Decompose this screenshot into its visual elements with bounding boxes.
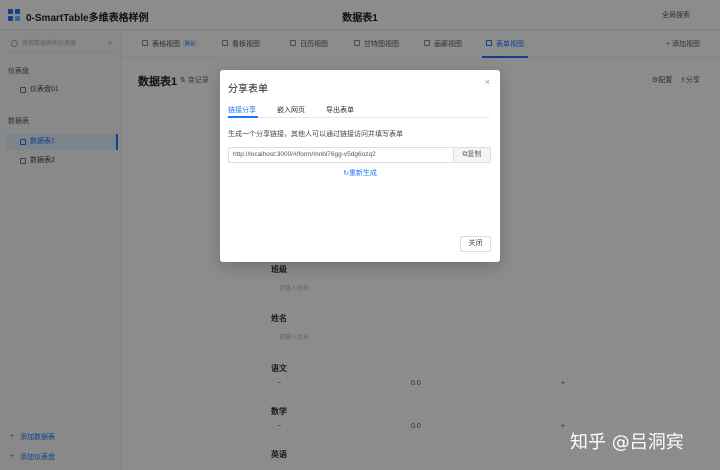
close-button[interactable]: 关闭 (460, 236, 491, 252)
share-link-input[interactable]: http://localhost:3000/#/form/mnbl76gg-v5… (228, 147, 454, 163)
tab-divider (228, 117, 490, 118)
tab-export-form[interactable]: 导出表单 (326, 105, 354, 115)
share-description: 生成一个分享链接，其他人可以通过链接访问并填写表单 (228, 131, 403, 138)
copy-button[interactable]: ⧉复制 (454, 147, 491, 163)
active-tab-indicator (228, 116, 258, 118)
regenerate-link-button[interactable]: ↻重新生成 (220, 168, 500, 178)
close-icon[interactable]: × (485, 77, 490, 87)
dialog-title: 分享表单 (228, 84, 268, 95)
tab-link-share[interactable]: 链接分享 (228, 105, 256, 115)
share-form-dialog: 分享表单 × 链接分享 嵌入网页 导出表单 生成一个分享链接，其他人可以通过链接… (220, 70, 500, 262)
watermark: 知乎 @吕洞宾 (570, 432, 684, 453)
tab-embed-page[interactable]: 嵌入网页 (277, 105, 305, 115)
